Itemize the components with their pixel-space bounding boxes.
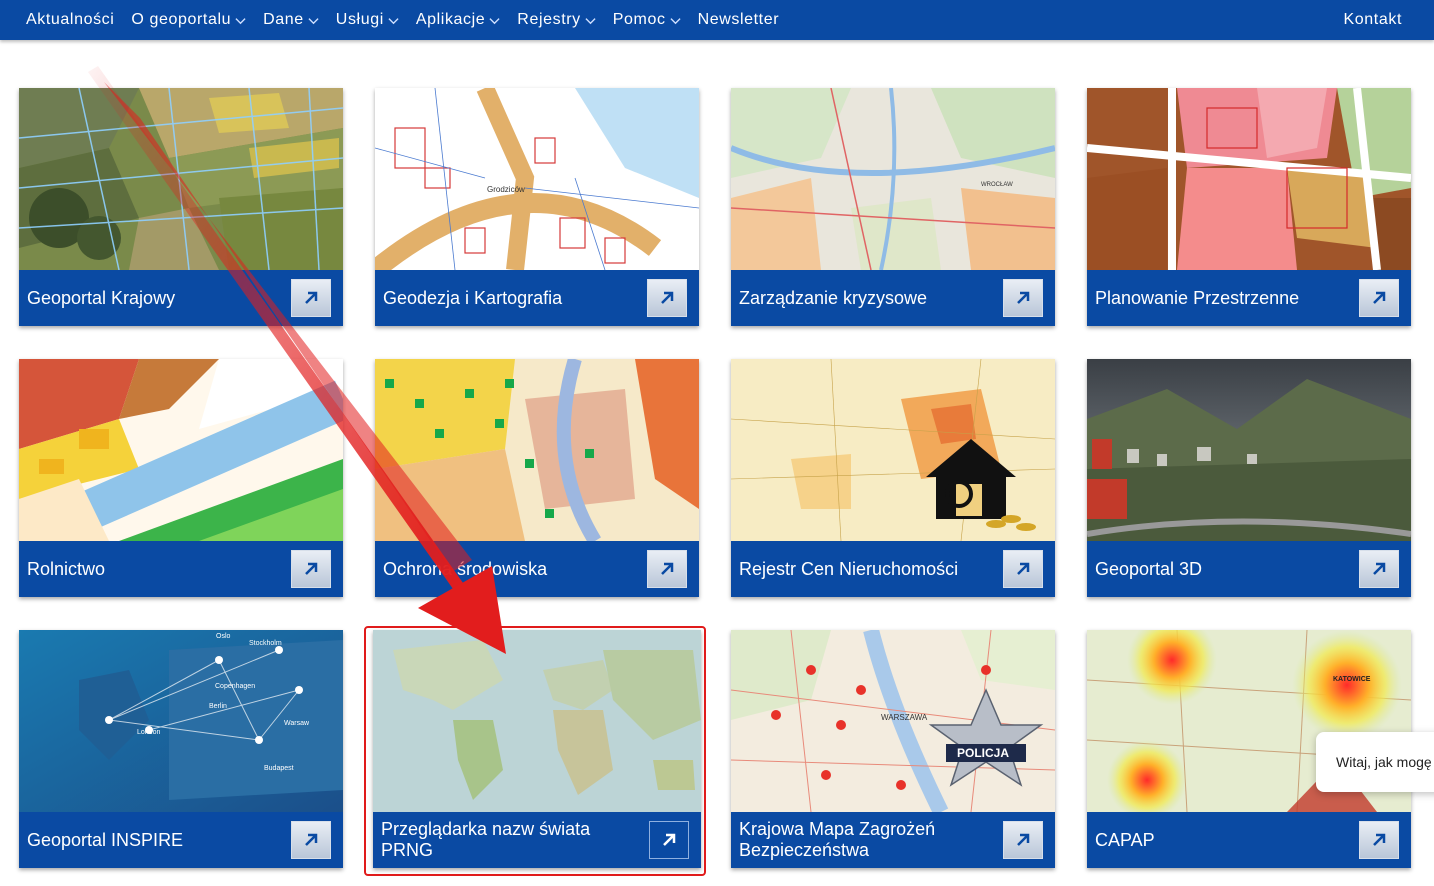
city-label: WARSZAWA xyxy=(881,713,928,722)
arrow-up-right-icon xyxy=(305,833,318,846)
tile-label: Geoportal 3D xyxy=(1095,558,1203,579)
city-label: Oslo xyxy=(216,633,231,640)
tile-geoportal-3d[interactable]: Geoportal 3D xyxy=(1087,359,1411,597)
open-link-button[interactable] xyxy=(1359,821,1399,859)
arrow-up-right-icon xyxy=(305,562,318,575)
open-link-button[interactable] xyxy=(291,279,331,317)
top-navigation-bar: Aktualności O geoportalu Dane Usługi Apl… xyxy=(0,0,1434,40)
arrow-up-right-icon xyxy=(661,291,674,304)
tile-thumbnail xyxy=(731,359,1055,541)
tile-label: Geoportal Krajowy xyxy=(27,287,176,308)
arrow-up-right-icon xyxy=(1373,833,1386,846)
chevron-down-icon xyxy=(585,17,596,24)
tile-rejestr-cen-nieruchomosci[interactable]: Rejestr Cen Nieruchomości xyxy=(731,359,1055,597)
tile-thumbnail xyxy=(19,88,343,270)
arrow-up-right-icon xyxy=(661,562,674,575)
arrow-up-right-icon xyxy=(305,291,318,304)
nav-item-label: Dane xyxy=(263,11,304,28)
city-label: Berlin xyxy=(209,703,227,710)
tile-ochrona-srodowiska[interactable]: Ochrona środowiska xyxy=(375,359,699,597)
tile-thumbnail xyxy=(1087,359,1411,541)
chat-popup[interactable]: Witaj, jak mogę xyxy=(1316,732,1434,792)
tile-label: Rejestr Cen Nieruchomości xyxy=(739,558,959,579)
open-link-button[interactable] xyxy=(647,550,687,588)
nav-item-o-geoportalu[interactable]: O geoportalu xyxy=(131,11,246,29)
chevron-down-icon xyxy=(388,17,399,24)
selection-highlight-box xyxy=(364,626,706,876)
nav-item-aktualnosci[interactable]: Aktualności xyxy=(26,11,114,29)
nav-item-newsletter[interactable]: Newsletter xyxy=(698,11,780,29)
nav-item-label: Newsletter xyxy=(697,11,780,28)
open-link-button[interactable] xyxy=(1359,550,1399,588)
open-link-button[interactable] xyxy=(1003,279,1043,317)
open-link-button[interactable] xyxy=(291,821,331,859)
tile-thumbnail xyxy=(375,359,699,541)
tile-label: Ochrona środowiska xyxy=(383,558,548,579)
nav-item-label: Pomoc xyxy=(612,11,666,28)
chevron-down-icon xyxy=(670,17,681,24)
tile-geoportal-inspire[interactable]: Berlin London Copenhagen Oslo Stockholm … xyxy=(19,630,343,868)
tile-label: Zarządzanie kryzysowe xyxy=(739,287,928,308)
arrow-up-right-icon xyxy=(1373,291,1386,304)
tile-thumbnail xyxy=(1087,88,1411,270)
city-label: Budapest xyxy=(264,765,294,772)
tile-zarzadzanie-kryzysowe[interactable]: WROCŁAW Zarządzanie kryzysowe xyxy=(731,88,1055,326)
open-link-button[interactable] xyxy=(291,550,331,588)
city-label: London xyxy=(137,729,160,736)
street-label: Grodziców xyxy=(487,185,525,194)
chevron-down-icon xyxy=(235,17,246,24)
chat-greeting: Witaj, jak mogę xyxy=(1336,754,1432,770)
arrow-up-right-icon xyxy=(1017,562,1030,575)
city-label: KATOWICE xyxy=(1333,676,1371,683)
tile-label: Krajowa Mapa Zagrożeń Bezpieczeństwa xyxy=(739,819,936,860)
tile-label: CAPAP xyxy=(1095,829,1155,850)
nav-item-pomoc[interactable]: Pomoc xyxy=(613,11,681,29)
tile-krajowa-mapa-zagrozen[interactable]: WARSZAWA POLICJA Krajowa Mapa Zagrożeń B… xyxy=(731,630,1055,868)
chevron-down-icon xyxy=(308,17,319,24)
nav-item-dane[interactable]: Dane xyxy=(263,11,319,29)
tile-planowanie-przestrzenne[interactable]: Planowanie Przestrzenne xyxy=(1087,88,1411,326)
nav-item-rejestry[interactable]: Rejestry xyxy=(517,11,596,29)
city-label: WROCŁAW xyxy=(981,182,1013,188)
city-label: Stockholm xyxy=(249,640,282,647)
tile-rolnictwo[interactable]: Rolnictwo xyxy=(19,359,343,597)
nav-item-kontakt[interactable]: Kontakt xyxy=(1344,11,1402,29)
tile-thumbnail xyxy=(19,359,343,541)
nav-item-label: Rejestry xyxy=(517,11,581,28)
city-label: Warsaw xyxy=(284,720,310,727)
arrow-up-right-icon xyxy=(1017,833,1030,846)
nav-item-uslugi[interactable]: Usługi xyxy=(336,11,399,29)
nav-item-label: O geoportalu xyxy=(131,11,232,28)
tile-geodezja-kartografia[interactable]: Grodziców Geodezja i Kartografia xyxy=(375,88,699,326)
tile-label: Geoportal INSPIRE xyxy=(27,829,184,850)
open-link-button[interactable] xyxy=(1359,279,1399,317)
tile-thumbnail: WROCŁAW xyxy=(731,88,1055,270)
nav-item-label: Aplikacje xyxy=(415,11,486,28)
open-link-button[interactable] xyxy=(1003,550,1043,588)
arrow-up-right-icon xyxy=(1373,562,1386,575)
badge-label: POLICJA xyxy=(957,746,1009,760)
city-label: Copenhagen xyxy=(215,683,255,690)
nav-item-aplikacje[interactable]: Aplikacje xyxy=(416,11,500,29)
open-link-button[interactable] xyxy=(1003,821,1043,859)
tile-thumbnail: Berlin London Copenhagen Oslo Stockholm … xyxy=(19,630,343,812)
tile-label: Rolnictwo xyxy=(27,558,106,579)
chevron-down-icon xyxy=(489,17,500,24)
arrow-up-right-icon xyxy=(1017,291,1030,304)
nav-item-label: Usługi xyxy=(335,11,384,28)
open-link-button[interactable] xyxy=(647,279,687,317)
tile-thumbnail: Grodziców xyxy=(375,88,699,270)
nav-item-label: Kontakt xyxy=(1343,11,1402,28)
tile-label: Geodezja i Kartografia xyxy=(383,287,563,308)
nav-item-label: Aktualności xyxy=(26,11,115,28)
tile-thumbnail: WARSZAWA POLICJA xyxy=(731,630,1055,812)
tile-label: Planowanie Przestrzenne xyxy=(1095,287,1300,308)
tile-geoportal-krajowy[interactable]: Geoportal Krajowy xyxy=(19,88,343,326)
